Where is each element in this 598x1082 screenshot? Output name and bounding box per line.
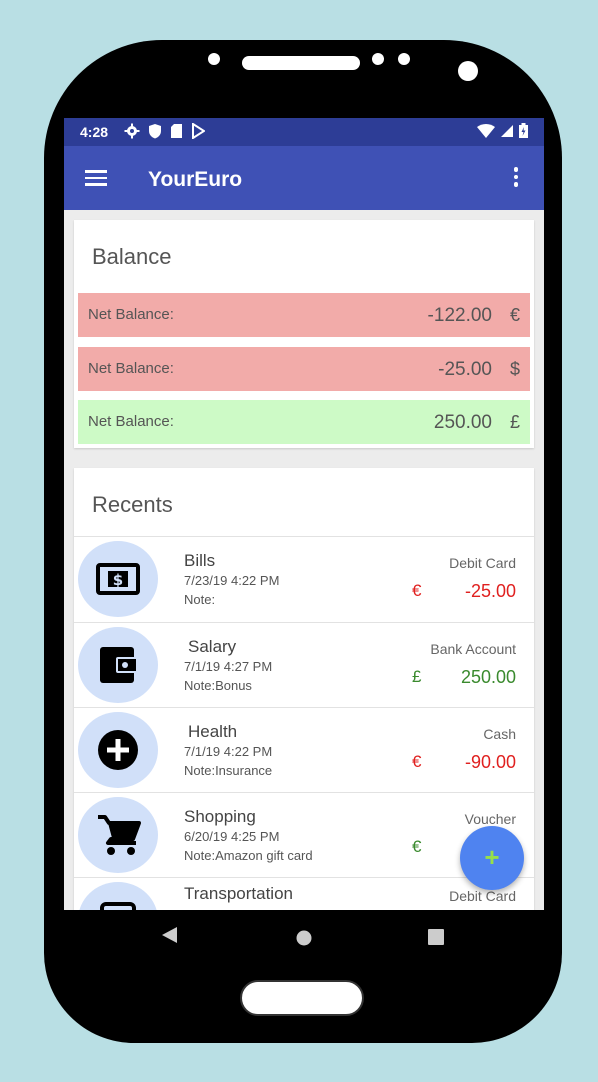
bill-icon: $ [96,563,140,595]
item-note: Note:Insurance [184,763,273,778]
navigation-bar [64,910,544,958]
item-currency: € [412,752,422,771]
item-category: Health [188,722,238,741]
item-category: Shopping [184,807,256,826]
play-store-icon [192,123,205,139]
wifi-icon [477,123,495,138]
front-sensor [372,53,384,65]
balance-row-dollar[interactable]: Net Balance: -25.00 $ [78,347,530,391]
item-date: 7/1/19 4:22 PM [184,744,273,759]
item-amount: 250.00 [460,667,516,687]
category-avatar: $ [78,541,158,617]
balance-card: Balance Net Balance: -122.00 € Net Balan… [74,220,534,448]
item-amount: -25.00 [464,581,516,601]
item-note: Note:Amazon gift card [184,848,313,863]
home-icon[interactable] [296,930,312,946]
category-avatar [78,882,158,910]
transaction-item[interactable]: Transportation Debit Card [74,878,534,910]
front-camera [458,61,478,81]
settings-icon [124,123,140,139]
balance-amount: 250.00 [433,412,492,433]
item-date: 6/20/19 4:25 PM [184,829,280,844]
balance-title: Balance [92,244,172,269]
shield-icon [149,124,161,139]
recents-icon[interactable] [428,929,444,945]
category-avatar [78,627,158,703]
item-category: Bills [184,551,216,570]
item-category: Transportation [184,884,293,903]
app-bar: YourEuro [64,146,544,210]
item-currency: £ [412,667,422,686]
add-transaction-button[interactable]: + [460,826,524,890]
home-button[interactable] [240,980,364,1016]
transaction-item[interactable]: Salary 7/1/19 4:27 PM Note:Bonus Bank Ac… [74,623,534,708]
item-account: Debit Card [449,555,516,571]
recents-title: Recents [92,492,173,517]
balance-row-euro[interactable]: Net Balance: -122.00 € [78,293,530,337]
item-account: Cash [483,726,516,742]
item-date: 7/1/19 4:27 PM [184,659,273,674]
status-bar: 4:28 [64,118,544,146]
front-sensor [398,53,410,65]
item-account: Debit Card [449,888,516,904]
battery-icon [519,123,528,138]
signal-icon [501,124,513,137]
plus-circle-icon [98,730,138,770]
category-avatar [78,712,158,788]
balance-amount: -25.00 [438,359,492,380]
balance-amount: -122.00 [427,305,492,326]
wallet-icon [100,647,138,683]
item-currency: € [412,581,422,600]
balance-label: Net Balance: [88,413,174,430]
item-currency: € [412,837,422,856]
item-amount: -90.00 [464,752,516,772]
currency-symbol: € [509,305,520,325]
front-sensor [208,53,220,65]
car-icon [100,902,136,910]
item-category: Salary [188,637,237,656]
status-time: 4:28 [80,124,109,140]
balance-row-pound[interactable]: Net Balance: 250.00 £ [78,400,530,444]
currency-symbol: $ [509,359,520,379]
item-date: 7/23/19 4:22 PM [184,573,280,588]
earpiece-speaker [242,56,360,70]
balance-label: Net Balance: [88,360,174,377]
sd-card-icon [171,124,182,138]
back-icon[interactable] [162,927,178,943]
item-account: Voucher [464,811,516,827]
menu-icon[interactable] [85,170,107,186]
category-avatar [78,797,158,873]
item-account: Bank Account [430,641,516,657]
cart-icon [98,815,141,855]
item-note: Note:Bonus [184,678,252,693]
item-note: Note: [184,592,216,607]
more-options-icon[interactable] [512,167,520,189]
svg-text:$: $ [113,571,123,589]
app-title: YourEuro [148,168,243,191]
app-screen: 4:28 YourEuro Balance Net Balance: -122.… [64,118,544,910]
currency-symbol: £ [509,412,520,432]
plus-icon: + [484,842,500,872]
balance-label: Net Balance: [88,306,174,323]
transaction-item[interactable]: Health 7/1/19 4:22 PM Note:Insurance Cas… [74,708,534,793]
transaction-item[interactable]: $ Bills 7/23/19 4:22 PM Note: Debit Card… [74,537,534,622]
